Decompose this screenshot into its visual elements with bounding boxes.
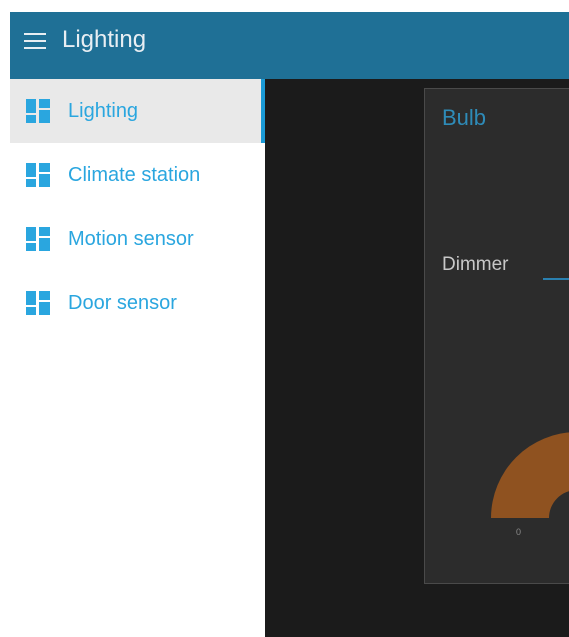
sidebar-item-label: Motion sensor	[68, 227, 194, 250]
sidebar-item-climate-station[interactable]: Climate station	[10, 143, 265, 207]
sidebar-item-lighting[interactable]: Lighting	[10, 79, 265, 143]
sidebar-item-label: Climate station	[68, 163, 201, 186]
sidebar-item-door-sensor[interactable]: Door sensor	[10, 271, 265, 335]
dashboard-icon	[26, 99, 50, 123]
dashboard-icon	[26, 227, 50, 251]
hamburger-menu-icon[interactable]	[24, 33, 46, 49]
sidebar-item-label: Lighting	[68, 99, 139, 122]
gauge-min-label: 0	[516, 527, 522, 537]
dashboard-icon	[26, 291, 50, 315]
app-header: Lighting	[10, 12, 569, 79]
gauge-arc	[491, 432, 569, 518]
dashboard-icon	[26, 163, 50, 187]
dashboard-content: Bulb Dimmer 0	[265, 79, 569, 637]
sidebar: Lighting Climate station Motion sensor D…	[10, 79, 265, 637]
sidebar-item-label: Door sensor	[68, 291, 177, 314]
page-title: Lighting	[62, 26, 147, 53]
sidebar-item-motion-sensor[interactable]: Motion sensor	[10, 207, 265, 271]
gauge-chart	[491, 432, 569, 518]
bulb-card: Bulb Dimmer 0	[424, 88, 569, 584]
